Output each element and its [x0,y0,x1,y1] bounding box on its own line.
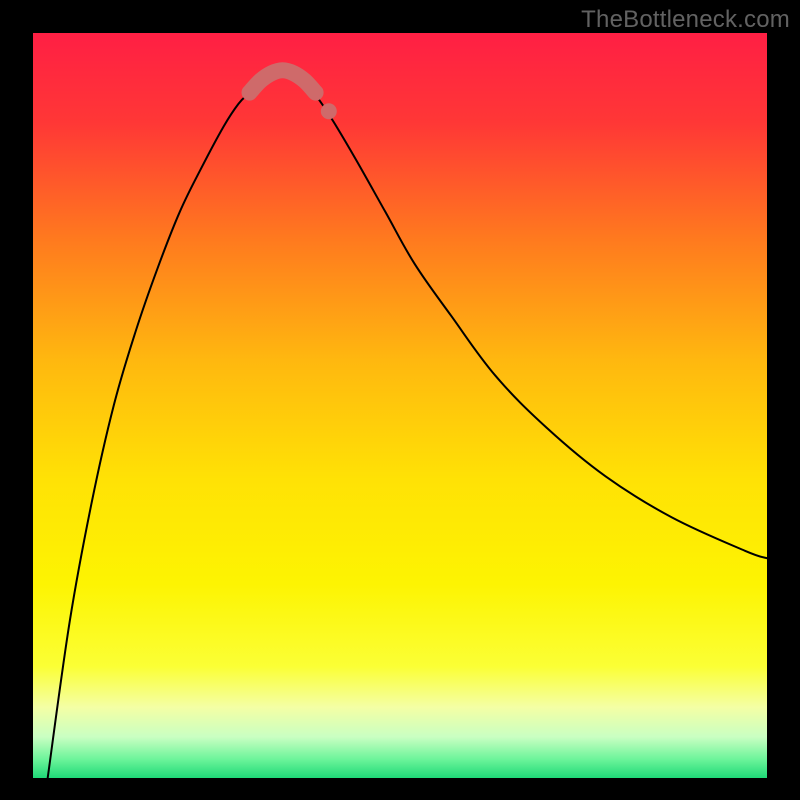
watermark-text: TheBottleneck.com [581,6,790,34]
chart-frame: TheBottleneck.com [0,0,800,800]
plot-area [33,33,767,778]
marker-dot [321,103,337,119]
chart-svg [33,33,767,778]
gradient-background [33,33,767,778]
